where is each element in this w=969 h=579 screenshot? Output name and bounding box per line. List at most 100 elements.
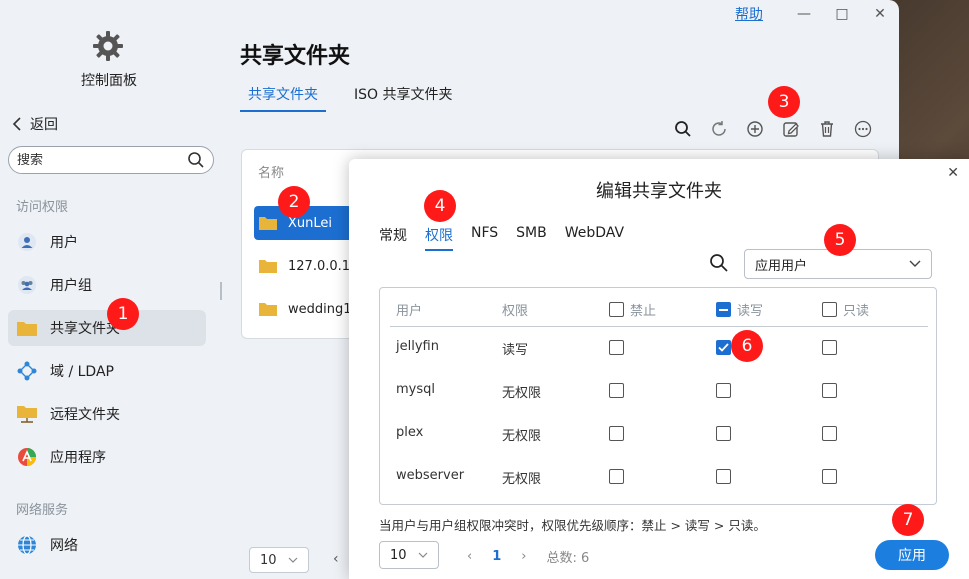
help-link[interactable]: 帮助 [735,4,763,24]
deny-checkbox[interactable] [609,383,624,398]
page-title: 共享文件夹 [240,44,351,69]
step-marker: 6 [731,330,763,362]
current-page[interactable]: 1 [492,549,501,564]
refresh-icon[interactable] [708,118,730,140]
read-write-checkbox[interactable] [716,340,731,355]
more-icon[interactable] [852,118,874,140]
step-marker: 2 [278,186,310,218]
deny-checkbox[interactable] [609,469,624,484]
deny-checkbox[interactable] [609,340,624,355]
read-only-all-checkbox[interactable] [822,302,837,317]
read-only-checkbox[interactable] [822,469,837,484]
check-icon [718,343,729,352]
permission-value: 读写 [502,343,529,358]
folder-icon [16,317,38,339]
step-marker: 1 [107,298,139,330]
read-write-checkbox[interactable] [716,383,731,398]
sidebar-item-network[interactable]: 网络 [8,527,206,563]
read-only-checkbox[interactable] [822,426,837,441]
section-network-label: 网络服务 [16,503,69,518]
deny-all-checkbox[interactable] [609,302,624,317]
folder-name: wedding1 [288,301,352,317]
total-count: 总数: 6 [546,551,590,566]
sidebar-search-input[interactable] [17,152,187,168]
read-only-checkbox[interactable] [822,340,837,355]
sidebar-item-users[interactable]: 用户 [8,224,206,260]
main-toolbar [672,118,874,140]
app-icon [16,446,38,468]
chevron-left-icon [12,117,21,131]
user-type-value: 应用用户 [755,258,808,274]
column-header-deny: 禁止 [609,300,656,319]
column-header-permission: 权限 [502,304,529,319]
sidebar-item-groups[interactable]: 用户组 [8,267,206,303]
maximize-button[interactable]: □ [823,0,861,28]
apply-button[interactable]: 应用 [875,540,949,570]
page-size-select[interactable]: 10 [249,547,309,573]
step-marker: 3 [768,86,800,118]
read-write-checkbox[interactable] [716,469,731,484]
list-item[interactable]: 127.0.0.1_ [254,249,364,283]
page-size-value: 10 [390,547,407,563]
next-page-button[interactable]: › [521,549,526,564]
read-write-checkbox[interactable] [716,426,731,441]
permission-value: 无权限 [502,429,542,444]
sidebar-item-remote-folders[interactable]: 远程文件夹 [8,396,206,432]
search-icon[interactable] [187,151,205,169]
column-header-read-write: 读写 [716,300,763,319]
tab-webdav[interactable]: WebDAV [565,225,624,251]
sidebar-scrollbar[interactable] [220,282,222,300]
step-marker: 5 [824,224,856,256]
edit-icon[interactable] [780,118,802,140]
chevron-down-icon [418,552,428,558]
section-access-label: 访问权限 [16,200,69,215]
prev-page-button[interactable]: ‹ [333,551,339,567]
minimize-button[interactable]: — [785,0,823,28]
user-group-icon [16,274,38,296]
user-name: mysql [396,382,435,397]
column-header-user: 用户 [396,304,423,319]
sidebar-item-label: 远程文件夹 [50,407,120,423]
list-item[interactable]: wedding1 [254,292,364,326]
tab-nfs[interactable]: NFS [471,225,498,251]
tab-iso-shared-folders[interactable]: ISO 共享文件夹 [346,82,461,112]
dialog-pagination: ‹ 1 › 总数: 6 [467,547,589,566]
user-name: plex [396,425,424,440]
page-size-value: 10 [260,552,277,568]
read-write-all-checkbox[interactable] [716,302,731,317]
column-header-name[interactable]: 名称 [258,162,284,181]
domain-network-icon [16,360,38,382]
tab-permissions[interactable]: 权限 [425,225,453,251]
sidebar-item-applications[interactable]: 应用程序 [8,439,206,475]
dialog-page-size-select[interactable]: 10 [379,541,439,569]
dialog-close-button[interactable]: ✕ [947,165,959,181]
close-window-button[interactable]: ✕ [861,0,899,28]
deny-checkbox[interactable] [609,426,624,441]
read-only-label: 只读 [843,304,870,319]
permission-priority-note: 当用户与用户组权限冲突时，权限优先级顺序：禁止 > 读写 > 只读。 [379,518,766,533]
tab-general[interactable]: 常规 [379,225,407,251]
sidebar-item-label: 用户组 [50,278,92,294]
step-marker: 7 [892,504,924,536]
read-only-checkbox[interactable] [822,383,837,398]
tab-smb[interactable]: SMB [516,225,547,251]
deny-label: 禁止 [630,304,657,319]
prev-page-button[interactable]: ‹ [467,549,472,564]
tab-shared-folders[interactable]: 共享文件夹 [240,82,326,112]
sidebar-item-label: 域 / LDAP [50,364,114,380]
sidebar-item-ldap[interactable]: 域 / LDAP [8,353,206,389]
sidebar-search [8,146,214,174]
list-item[interactable]: XunLei [254,206,364,240]
column-header-read-only: 只读 [822,300,869,319]
search-icon[interactable] [709,253,729,273]
add-icon[interactable] [744,118,766,140]
delete-icon[interactable] [816,118,838,140]
folder-name: 127.0.0.1_ [288,258,357,274]
back-button[interactable]: 返回 [12,114,58,134]
folder-icon [259,217,277,230]
search-icon[interactable] [672,118,694,140]
edit-shared-folder-dialog: 编辑共享文件夹 ✕ 常规 权限 NFS SMB WebDAV 应用用户 用户 权… [349,159,969,579]
permission-value: 无权限 [502,472,542,487]
user-name: webserver [396,468,465,483]
user-icon [16,231,38,253]
